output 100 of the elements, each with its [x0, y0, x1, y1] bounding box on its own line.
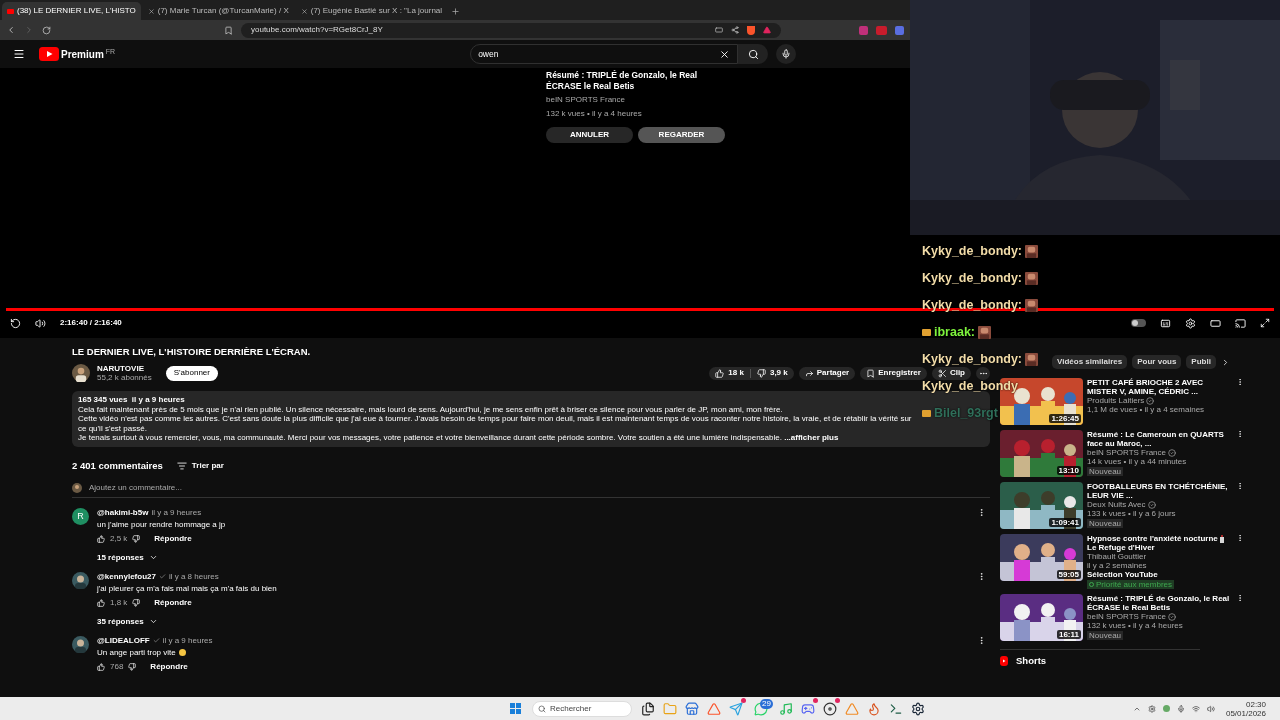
filter-chip[interactable]: Pour vous: [1132, 355, 1182, 369]
browser-tab[interactable]: (38) LE DERNIER LIVE, L'HISTO: [2, 2, 141, 20]
dislike-button[interactable]: 3,9 k: [750, 367, 794, 379]
clear-icon[interactable]: [719, 48, 731, 60]
video-title[interactable]: PETIT CAFÉ BRIOCHE 2 AVEC MISTER V, AMINE, CÉDRIC ...: [1087, 378, 1232, 396]
filter-chip[interactable]: Vidéos similaires: [1052, 355, 1128, 369]
description-line: Cela fait maintenant près de 5 mois que je n'ai rien publié. Un silence nécessaire, mais lourd de sens. Aujourd'hui, je me sens enfin prêt à briser ce silence pour vous parler de JP, mon ami, mon frère.: [78, 404, 783, 414]
new-tab-icon[interactable]: [451, 7, 461, 16]
volume-icon[interactable]: [35, 317, 46, 329]
show-more-link[interactable]: ...afficher plus: [784, 433, 839, 442]
video-channel[interactable]: beIN SPORTS France: [1087, 448, 1166, 457]
clock-time[interactable]: 02:30: [1246, 699, 1266, 709]
extension-icon[interactable]: [895, 25, 904, 35]
video-menu-icon[interactable]: [1236, 594, 1244, 602]
comment-menu-icon[interactable]: [977, 571, 986, 581]
screen-icon[interactable]: [715, 26, 723, 34]
comment-input-field[interactable]: Ajoutez un commentaire...: [89, 481, 990, 494]
comment-author[interactable]: @kennylefou27: [97, 571, 156, 582]
shield-icon[interactable]: [747, 25, 755, 35]
chat-username: Kyky_de_bondy:: [922, 272, 1023, 285]
dislike-icon[interactable]: [128, 662, 137, 671]
browser-tab[interactable]: (7) Eugénie Bastié sur X : "La journal: [295, 2, 448, 20]
like-icon[interactable]: [97, 534, 105, 543]
video-title[interactable]: Résumé : Le Cameroun en QUARTS face au Maroc, ...: [1087, 430, 1232, 448]
watch-button[interactable]: REGARDER: [638, 127, 725, 143]
like-icon[interactable]: [97, 662, 105, 671]
triangle-icon[interactable]: [763, 26, 771, 34]
video-title: LE DERNIER LIVE, L'HISTOIRE DERRIÈRE L'ÉCRAN.: [72, 346, 312, 358]
replay-icon[interactable]: [10, 317, 21, 329]
video-title[interactable]: FOOTBALLEURS EN TCHÉTCHÉNIE, LEUR VIE ...: [1087, 482, 1232, 500]
voice-search-button[interactable]: [776, 44, 797, 64]
fullscreen-icon[interactable]: [1260, 318, 1270, 328]
thumbs-up-icon: [715, 368, 725, 378]
replies-toggle[interactable]: 35 réponses: [97, 616, 158, 627]
network-icon[interactable]: [1191, 704, 1200, 713]
comment-time[interactable]: il y a 9 heures: [162, 635, 213, 646]
clip-button[interactable]: Clip: [931, 366, 971, 380]
video-channel[interactable]: Produits Laitiers: [1087, 396, 1145, 405]
like-button[interactable]: 18 k: [709, 367, 750, 379]
filter-chip[interactable]: Publi: [1186, 355, 1216, 369]
youtube-favicon-icon: [7, 8, 14, 14]
video-menu-icon[interactable]: [1236, 430, 1244, 438]
share-icon[interactable]: [731, 26, 739, 34]
cancel-button[interactable]: ANNULER: [546, 127, 633, 143]
reply-button[interactable]: Répondre: [150, 661, 188, 672]
comment-avatar[interactable]: R: [72, 507, 89, 525]
comment-menu-icon[interactable]: [977, 635, 986, 645]
replies-toggle[interactable]: 15 réponses: [97, 552, 158, 563]
channel-avatar-icon[interactable]: [72, 364, 90, 382]
address-bar[interactable]: youtube.com/watch?v=RGet8CrJ_8Y: [241, 22, 781, 38]
microphone-icon[interactable]: [1176, 704, 1185, 713]
new-badge: Nouveau: [1087, 519, 1124, 528]
video-title[interactable]: Hypnose contre l'anxiété nocturne Le Refuge d'Hiver: [1087, 534, 1232, 552]
dislike-icon[interactable]: [132, 534, 141, 543]
channel-name[interactable]: NARUTOVIE: [97, 364, 152, 373]
clock-date[interactable]: 05/01/2026: [1225, 708, 1266, 718]
save-button[interactable]: Enregistrer: [860, 366, 927, 380]
back-icon[interactable]: [6, 25, 16, 35]
video-menu-icon[interactable]: [1236, 378, 1244, 386]
menu-icon[interactable]: [13, 48, 25, 60]
share-button[interactable]: Partager: [798, 366, 856, 380]
video-menu-icon[interactable]: [1236, 534, 1244, 542]
video-channel[interactable]: Thibault Gouttier: [1087, 552, 1147, 561]
settings-icon[interactable]: [1185, 317, 1196, 329]
comment-author[interactable]: @LIDEALOFF: [97, 635, 150, 646]
video-title[interactable]: Résumé : TRIPLÉ de Gonzalo, le Real ÉCRASE le Real Betis: [1087, 594, 1232, 612]
verified-icon: [1168, 448, 1176, 457]
comment-avatar-icon[interactable]: [72, 635, 89, 653]
more-actions-button[interactable]: [976, 366, 990, 380]
video-menu-icon[interactable]: [1236, 482, 1244, 490]
view-stats: 165 345 vues il y a 9 heures: [78, 395, 185, 405]
cast-icon[interactable]: [1235, 317, 1246, 329]
video-channel[interactable]: Deux Nuits Avec: [1087, 500, 1146, 509]
reply-button[interactable]: Répondre: [154, 597, 192, 608]
taskbar-search-field[interactable]: Rechercher: [532, 700, 632, 717]
subscribe-button[interactable]: S'abonner: [165, 365, 218, 381]
verified-check-icon: [158, 573, 166, 581]
browser-tab[interactable]: (7) Marie Turcan (@TurcanMarie) / X: [142, 2, 294, 20]
windows-start-icon[interactable]: [510, 703, 521, 714]
comment-text: un j'aime pour rendre hommage a jp: [97, 519, 226, 530]
dislike-icon[interactable]: [132, 598, 141, 607]
comment-time[interactable]: il y a 8 heures: [168, 571, 219, 582]
like-icon[interactable]: [97, 598, 105, 607]
theater-icon[interactable]: [1210, 317, 1221, 329]
subtitles-icon[interactable]: [1160, 317, 1171, 329]
comment-author[interactable]: @hakimi-b5w: [97, 507, 149, 518]
comment-time[interactable]: il y a 9 heures: [151, 507, 202, 518]
verified-icon: [1168, 612, 1176, 621]
autoplay-toggle[interactable]: [1131, 319, 1146, 327]
reply-button[interactable]: Répondre: [154, 533, 192, 544]
bookmark-icon[interactable]: [224, 25, 233, 35]
comment-avatar-icon[interactable]: [72, 571, 89, 589]
comment-menu-icon[interactable]: [977, 507, 986, 517]
search-button[interactable]: [738, 44, 769, 64]
video-channel[interactable]: beIN SPORTS France: [1087, 612, 1166, 621]
reload-icon[interactable]: [42, 25, 51, 35]
comment-likes: 768: [110, 661, 124, 672]
sort-button[interactable]: Trier par: [176, 459, 224, 472]
tray-steam-icon[interactable]: [1147, 704, 1156, 713]
end-screen-title[interactable]: Résumé : TRIPLÉ de Gonzalo, le Real ÉCRASE le Real Betis: [546, 70, 731, 92]
